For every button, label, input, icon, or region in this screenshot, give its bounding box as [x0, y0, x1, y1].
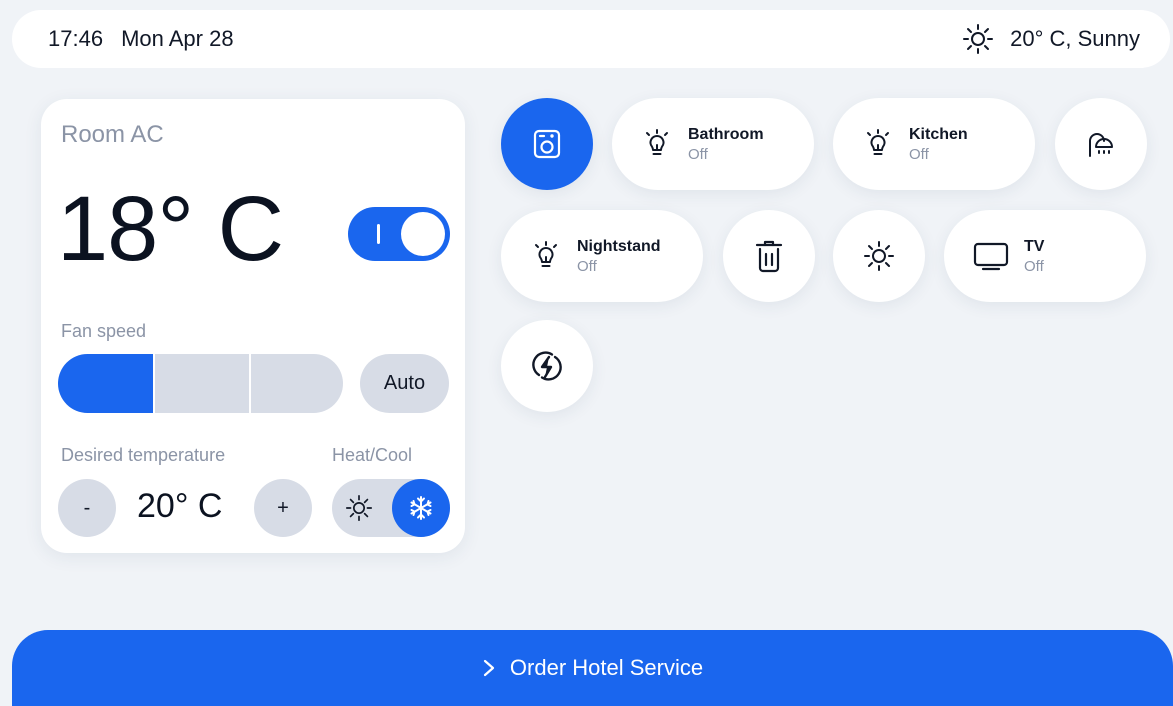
washing-machine-tile[interactable]: [501, 98, 593, 190]
device-tile-bathroom[interactable]: Bathroom Off: [612, 98, 814, 190]
chevron-right-icon: [482, 658, 510, 678]
device-status: Off: [577, 257, 597, 275]
order-hotel-service-label: Order Hotel Service: [509, 655, 704, 680]
washing-machine-icon: [530, 127, 564, 161]
device-name: Nightstand: [577, 237, 661, 255]
room-ac-card: Room AC 18° C Fan speed Auto Desired tem…: [41, 99, 465, 553]
decrease-temperature-button[interactable]: -: [58, 479, 116, 537]
order-hotel-service-button[interactable]: Order Hotel Service: [12, 630, 1173, 706]
toggle-knob: [401, 212, 445, 256]
fan-speed-level-1[interactable]: [58, 354, 153, 413]
fan-speed-label: Fan speed: [61, 321, 147, 341]
fan-speed-selector: [58, 354, 343, 413]
device-name: Kitchen: [909, 125, 968, 143]
device-status: Off: [688, 145, 708, 163]
lightbulb-icon: [861, 127, 895, 161]
device-tile-nightstand[interactable]: Nightstand Off: [501, 210, 703, 302]
heat-cool-label: Heat/Cool: [332, 445, 413, 465]
desired-temperature-value: 20° C: [137, 487, 223, 525]
shower-tile[interactable]: [1055, 98, 1147, 190]
lightbulb-icon: [640, 127, 674, 161]
device-status: Off: [909, 145, 929, 163]
status-bar: 17:46 Mon Apr 28 20° C, Sunny: [12, 10, 1170, 68]
ac-title: Room AC: [61, 121, 164, 148]
ac-current-temperature: 18° C: [57, 178, 284, 280]
brightness-tile[interactable]: [833, 210, 925, 302]
energy-icon: [530, 349, 564, 383]
heat-cool-switch[interactable]: [332, 479, 450, 537]
device-status: Off: [1024, 257, 1044, 275]
fan-speed-level-3[interactable]: [251, 354, 343, 413]
desired-temperature-label: Desired temperature: [61, 445, 226, 465]
sun-icon: [962, 23, 1010, 55]
lightbulb-icon: [529, 239, 563, 273]
tv-icon: [972, 239, 1010, 273]
shower-icon: [1086, 129, 1116, 159]
ac-power-toggle[interactable]: [348, 207, 450, 261]
device-tile-tv[interactable]: TV Off: [944, 210, 1146, 302]
energy-tile[interactable]: [501, 320, 593, 412]
fan-speed-level-2[interactable]: [155, 354, 249, 413]
trash-tile[interactable]: [723, 210, 815, 302]
snowflake-icon[interactable]: [392, 479, 450, 537]
clock-date: Mon Apr 28: [121, 26, 234, 51]
toggle-on-indicator: [377, 224, 380, 244]
fan-auto-button[interactable]: Auto: [360, 354, 449, 413]
device-name: Bathroom: [688, 125, 764, 143]
increase-temperature-button[interactable]: +: [254, 479, 312, 537]
device-tile-kitchen[interactable]: Kitchen Off: [833, 98, 1035, 190]
clock-time: 17:46: [48, 26, 104, 51]
device-name: TV: [1024, 237, 1045, 255]
sun-icon: [863, 240, 895, 272]
trash-icon: [753, 238, 785, 274]
heat-mode-icon[interactable]: [344, 493, 374, 528]
weather-text: 20° C, Sunny: [1010, 26, 1140, 51]
